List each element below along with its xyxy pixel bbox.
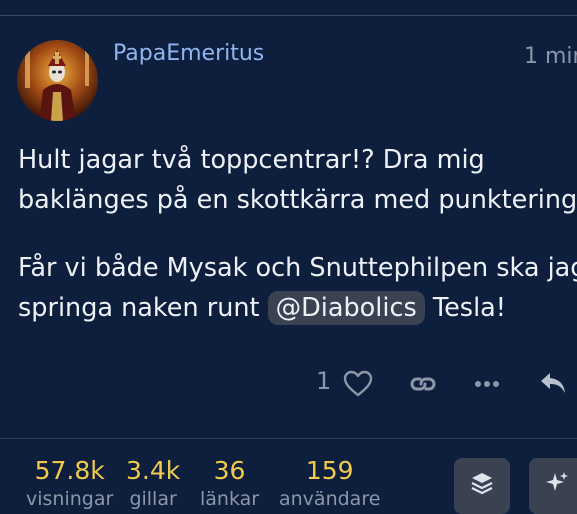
paragraph-line: baklänges på en skottkärra med punkterin… (18, 185, 577, 215)
avatar[interactable] (17, 40, 98, 121)
stat-label: länkar (200, 488, 260, 510)
post-paragraph-2: Får vi både Mysak och Snuttephilpen ska … (18, 248, 577, 328)
paragraph-line: Hult jagar två toppcentrar!? Dra mig (18, 145, 485, 175)
heart-icon[interactable] (343, 370, 373, 398)
post-paragraph-1: Hult jagar två toppcentrar!? Dra mig bak… (18, 140, 577, 220)
sparkle-icon (546, 472, 568, 491)
stat-links[interactable]: 36 länkar (200, 455, 259, 511)
stat-label: visningar (26, 488, 114, 510)
paragraph-text: springa naken runt (18, 293, 268, 323)
author-name[interactable]: PapaEmeritus (113, 41, 264, 66)
bottom-divider (0, 438, 577, 439)
ai-button[interactable] (529, 458, 577, 514)
stat-views[interactable]: 57.8k visningar (26, 455, 113, 511)
stat-label: gillar (129, 488, 177, 510)
like-count[interactable]: 1 (316, 367, 331, 395)
post-timestamp[interactable]: 1 min (524, 44, 577, 69)
stat-label: användare (279, 488, 381, 510)
reply-icon[interactable] (538, 369, 568, 397)
stat-value: 3.4k (126, 456, 181, 485)
summary-button[interactable] (454, 458, 510, 514)
stat-likes[interactable]: 3.4k gillar (126, 455, 180, 511)
link-icon[interactable] (408, 371, 438, 397)
user-mention[interactable]: @Diabolics (267, 291, 425, 325)
paragraph-line-with-mention: springa naken runt @Diabolics Tesla! (18, 288, 577, 328)
paragraph-text: Tesla! (424, 293, 507, 323)
layers-icon (471, 473, 493, 495)
top-divider (0, 15, 577, 16)
stat-value: 36 (213, 456, 246, 485)
stat-users[interactable]: 159 användare (279, 455, 380, 511)
more-icon[interactable] (474, 379, 500, 389)
stat-value: 159 (305, 456, 354, 485)
stat-value: 57.8k (34, 456, 105, 485)
paragraph-line: Får vi både Mysak och Snuttephilpen ska … (18, 253, 577, 283)
